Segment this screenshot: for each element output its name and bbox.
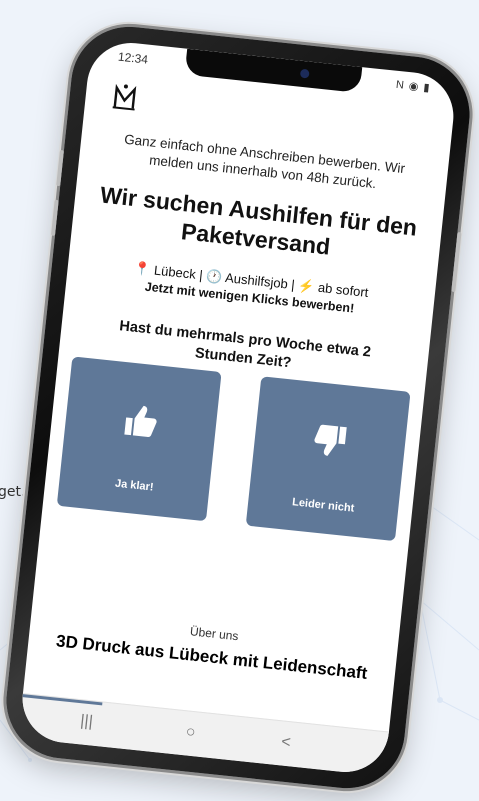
home-nav-icon[interactable]: ○ xyxy=(185,723,196,742)
recents-nav-icon[interactable]: ||| xyxy=(79,712,94,731)
thumbs-down-icon xyxy=(314,424,347,456)
page-headline: Wir suchen Aushilfen für den Paketversan… xyxy=(98,181,419,260)
phone-mockup: 12:34 N ◉ ▮ Ganz einfach ohne Anschreibe… xyxy=(0,21,476,794)
back-nav-icon[interactable]: < xyxy=(280,733,291,752)
thumbs-up-icon xyxy=(124,405,157,437)
option-yes-button[interactable]: Ja klar! xyxy=(56,356,222,522)
status-icons: N ◉ ▮ xyxy=(395,78,432,95)
option-yes-label: Ja klar! xyxy=(114,477,155,494)
option-no-button[interactable]: Leider nicht xyxy=(245,376,411,542)
option-no-label: Leider nicht xyxy=(291,496,355,515)
answer-options: Ja klar! Leider nicht xyxy=(56,356,411,542)
phone-screen: 12:34 N ◉ ▮ Ganz einfach ohne Anschreibe… xyxy=(18,38,458,777)
about-section: Über uns 3D Druck aus Lübeck mit Leidens… xyxy=(28,608,398,688)
status-time: 12:34 xyxy=(117,49,149,67)
hero-section: Ganz einfach ohne Anschreiben bewerben. … xyxy=(59,126,448,387)
front-camera xyxy=(299,68,310,79)
scroll-progress-bar xyxy=(22,694,103,706)
brand-logo[interactable] xyxy=(108,81,141,114)
background-text-fragment: get. xyxy=(0,484,26,500)
